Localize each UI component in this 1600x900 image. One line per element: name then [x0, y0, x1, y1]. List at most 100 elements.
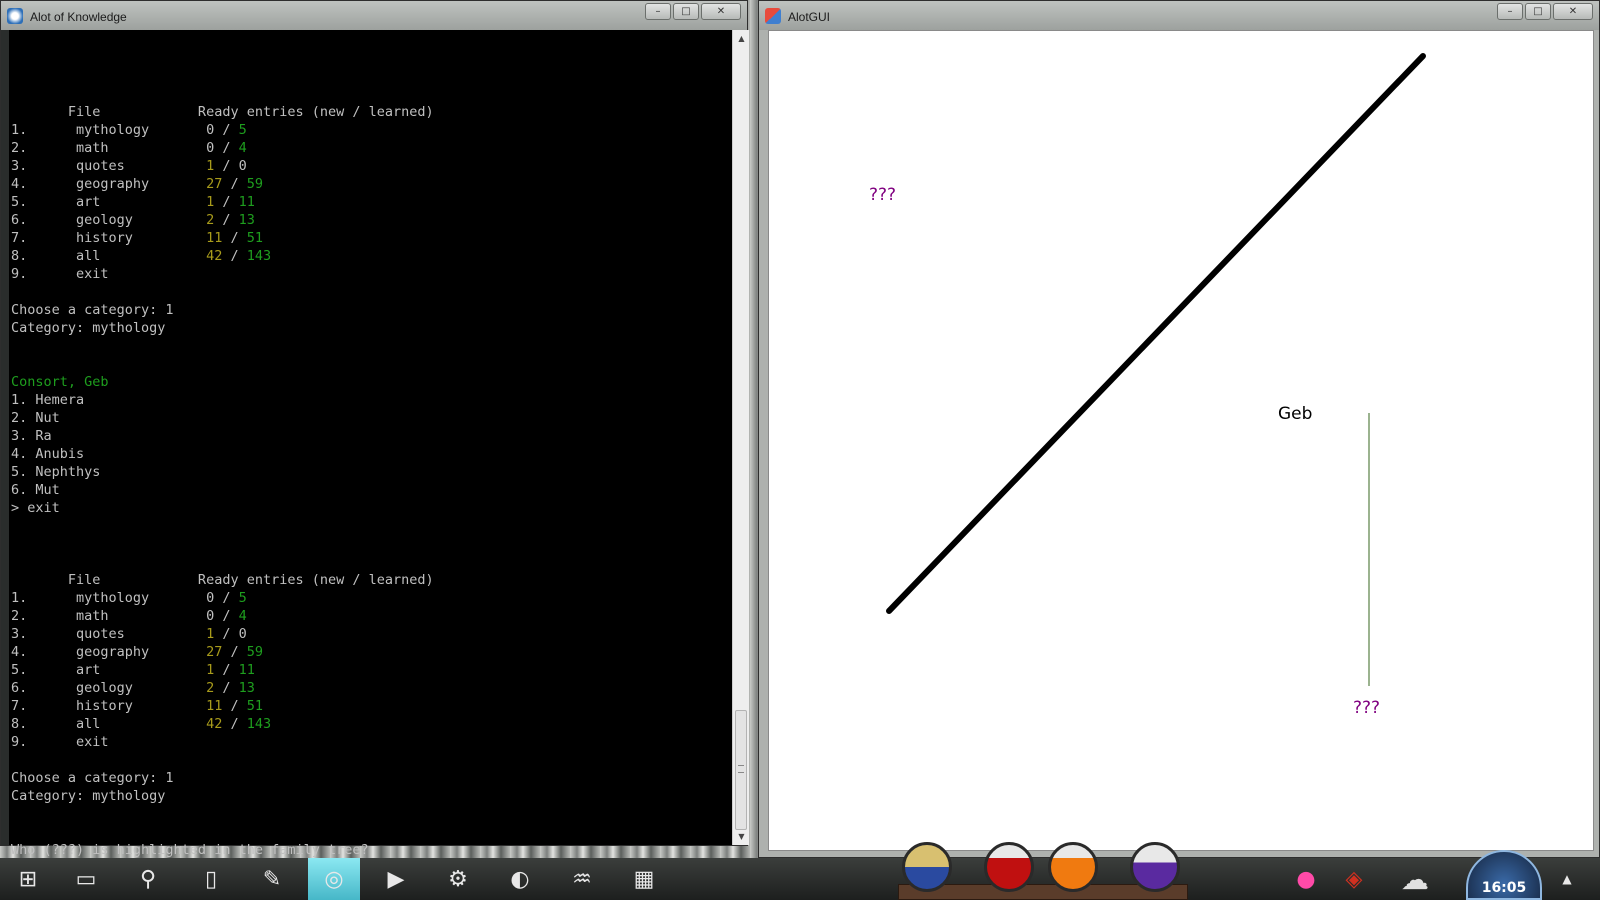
grip-icon — [738, 765, 744, 773]
console-segment: / — [214, 212, 239, 228]
console-output[interactable]: File Ready entries (new / learned) 1. myt… — [9, 30, 732, 876]
console-segment: 7. history — [11, 698, 207, 714]
console-titlebar[interactable]: Alot of Knowledge – □ ✕ — [1, 1, 747, 30]
console-segment: 8. all — [11, 248, 207, 264]
gui-window[interactable]: AlotGUI – □ ✕ ??? Geb ??? — [758, 0, 1600, 858]
taskbar: ⊞ ▭ ⚲ ▯ ✎ ◎ ▶ ⚙ ◐ ♒ ▦ ● ◈ ☁ ▲ — [0, 842, 1600, 900]
skyrim-icon[interactable]: ◈ — [1334, 858, 1374, 900]
console-segment: 2. math 0 / — [11, 608, 239, 624]
console-segment: 6. geology — [11, 212, 207, 228]
console-segment: 59 — [246, 644, 263, 660]
console-segment: 7. history — [11, 230, 207, 246]
console-segment: / 0 — [214, 626, 247, 642]
maximize-button[interactable]: □ — [1525, 3, 1551, 20]
console-line: 6. geology 2 / 13 — [11, 679, 434, 697]
console-line: > exit — [11, 499, 434, 517]
console-segment: 9. exit — [11, 266, 109, 282]
disk-orb-icon — [1048, 842, 1098, 892]
console-line: 1. mythology 0 / 5 — [11, 589, 434, 607]
console-segment: 1. mythology 0 / — [11, 590, 239, 606]
console-line: 5. art 1 / 11 — [11, 193, 434, 211]
console-line: 5. Nephthys — [11, 463, 434, 481]
console-segment: 4. Anubis — [11, 446, 85, 462]
console-segment: / — [222, 644, 247, 660]
console-segment: 2 — [206, 212, 215, 228]
document-icon[interactable]: ▯ — [185, 858, 237, 900]
console-segment: 42 — [206, 716, 223, 732]
minimize-button[interactable]: – — [645, 3, 671, 20]
gui-titlebar[interactable]: AlotGUI – □ ✕ — [759, 1, 1599, 30]
scroll-down-icon[interactable]: ▼ — [733, 828, 750, 845]
console-segment: > exit — [11, 500, 60, 516]
close-button[interactable]: ✕ — [1553, 3, 1593, 20]
console-segment: 27 — [206, 176, 223, 192]
console-line: 8. all 42 / 143 — [11, 247, 434, 265]
console-segment: / — [214, 680, 239, 696]
pen-icon[interactable]: ✎ — [246, 858, 298, 900]
console-segment: 1 — [206, 662, 215, 678]
console-segment: File Ready entries (new / learned) — [11, 572, 434, 588]
console-segment: Choose a category: 1 — [11, 302, 174, 318]
edge-icon[interactable]: ◐ — [494, 858, 546, 900]
console-segment: / — [222, 716, 247, 732]
console-line: 4. geography 27 / 59 — [11, 643, 434, 661]
search-icon[interactable]: ⚲ — [122, 858, 174, 900]
console-segment: 11 — [206, 698, 223, 714]
chrome-icon[interactable]: ◎ — [308, 858, 360, 900]
console-segment: 4. geography — [11, 644, 207, 660]
console-segment: 13 — [238, 680, 255, 696]
console-segment: 3. quotes — [11, 158, 207, 174]
minimize-button[interactable]: – — [1497, 3, 1523, 20]
console-segment: 13 — [238, 212, 255, 228]
console-segment: 11 — [238, 194, 255, 210]
tray-app-icon[interactable]: ● — [1286, 858, 1326, 900]
close-button[interactable]: ✕ — [701, 3, 741, 20]
console-scrollbar[interactable]: ▲ ▼ — [732, 30, 749, 845]
unknown-node-bottom: ??? — [1353, 698, 1381, 718]
console-line: 3. Ra — [11, 427, 434, 445]
console-line: 1. mythology 0 / 5 — [11, 121, 434, 139]
paint-icon[interactable]: ▦ — [618, 858, 670, 900]
weather-icon[interactable]: ☁ — [1390, 858, 1440, 900]
console-window[interactable]: Alot of Knowledge – □ ✕ File Ready entri… — [0, 0, 749, 876]
steam-icon[interactable]: ⚙ — [432, 858, 484, 900]
python-icon[interactable]: ♒ — [556, 858, 608, 900]
maximize-button[interactable]: □ — [673, 3, 699, 20]
console-line: 3. quotes 1 / 0 — [11, 625, 434, 643]
chevron-up-icon[interactable]: ▲ — [1552, 858, 1582, 900]
computer-icon[interactable]: ▭ — [60, 858, 112, 900]
console-line: 8. all 42 / 143 — [11, 715, 434, 733]
console-line: 2. Nut — [11, 409, 434, 427]
clock-time: 16:05 — [1481, 880, 1527, 896]
console-segment: 59 — [246, 176, 263, 192]
console-segment: 5. art — [11, 194, 207, 210]
start-icon[interactable]: ⊞ — [2, 858, 54, 900]
console-segment: 51 — [246, 698, 263, 714]
console-segment: Category: mythology — [11, 788, 166, 804]
console-segment: / — [214, 194, 239, 210]
console-segment: / — [222, 230, 247, 246]
cpu-orb-icon — [902, 842, 952, 892]
scroll-up-icon[interactable]: ▲ — [733, 30, 750, 47]
console-segment: 1 — [206, 194, 215, 210]
play-icon[interactable]: ▶ — [370, 858, 422, 900]
console-line: 9. exit — [11, 733, 434, 751]
console-title: Alot of Knowledge — [30, 10, 127, 24]
console-segment: / 0 — [214, 158, 247, 174]
scroll-thumb[interactable] — [735, 710, 747, 830]
console-line: 2. math 0 / 4 — [11, 607, 434, 625]
console-segment: 4 — [238, 140, 247, 156]
console-line: 5. art 1 / 11 — [11, 661, 434, 679]
console-segment: 4 — [238, 608, 247, 624]
family-tree-canvas[interactable]: ??? Geb ??? — [768, 30, 1594, 851]
console-segment: 2. Nut — [11, 410, 60, 426]
console-segment: 5 — [238, 122, 247, 138]
